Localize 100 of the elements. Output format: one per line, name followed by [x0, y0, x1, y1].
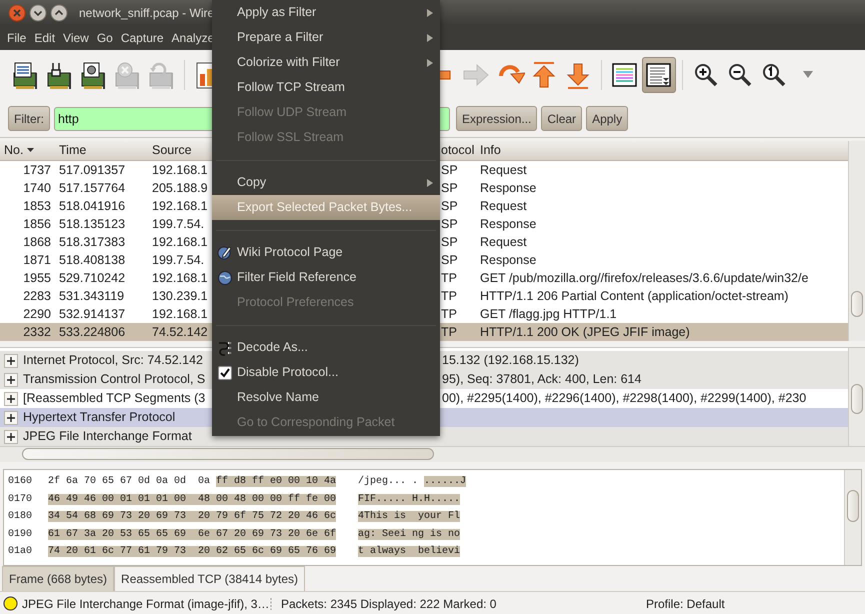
- tree-text[interactable]: Hypertext Transfer Protocol: [23, 408, 176, 427]
- table-cell[interactable]: Request: [476, 161, 848, 179]
- expand-icon[interactable]: [4, 430, 18, 444]
- tab[interactable]: Reassembled TCP (38414 bytes): [114, 566, 306, 591]
- scrollbar[interactable]: [844, 470, 861, 565]
- table-cell[interactable]: 1871: [0, 251, 55, 269]
- menu-item[interactable]: Go: [92, 28, 117, 46]
- tree-text[interactable]: Internet Protocol, Src: 74.52.142: [23, 351, 209, 370]
- tree-text[interactable]: JPEG File Interchange Format: [23, 427, 192, 446]
- column-header[interactable]: otocol: [440, 141, 476, 160]
- filter-button[interactable]: Filter:: [8, 106, 50, 131]
- table-cell[interactable]: 517.091357: [55, 161, 148, 179]
- hex-bytes: 34 54 68 69 73 20 69 73 20 79 6f 75 72 20 46 6c: [48, 510, 338, 524]
- table-cell[interactable]: Response: [476, 251, 848, 269]
- ascii-text: ag: Seei ng is no: [358, 528, 460, 542]
- table-cell[interactable]: 2332: [0, 323, 55, 341]
- table-cell[interactable]: 518.135123: [55, 215, 148, 233]
- table-cell[interactable]: TP: [440, 323, 476, 341]
- expand-icon[interactable]: [4, 392, 18, 406]
- table-cell[interactable]: SP: [440, 197, 476, 215]
- table-cell[interactable]: TP: [440, 287, 476, 305]
- table-cell[interactable]: 2290: [0, 305, 55, 323]
- menu-item[interactable]: Follow TCP Stream: [212, 75, 440, 100]
- table-cell[interactable]: GET /pub/mozilla.org//firefox/releases/3.6.6/update/win32/e: [476, 269, 848, 287]
- table-cell[interactable]: Response: [476, 215, 848, 233]
- menu-item[interactable]: File: [3, 28, 30, 46]
- tree-text[interactable]: Transmission Control Protocol, S: [23, 370, 209, 389]
- menu-item[interactable]: Disable Protocol...: [212, 360, 440, 385]
- column-header[interactable]: No.: [0, 141, 55, 160]
- status-dot-icon[interactable]: [3, 596, 18, 611]
- table-cell[interactable]: 531.343119: [55, 287, 148, 305]
- table-cell[interactable]: 517.157764: [55, 179, 148, 197]
- table-cell[interactable]: 199.7.54.: [148, 251, 212, 269]
- scrollbar[interactable]: [0, 446, 865, 462]
- table-cell[interactable]: SP: [440, 233, 476, 251]
- table-cell[interactable]: 518.041916: [55, 197, 148, 215]
- table-cell[interactable]: 518.408138: [55, 251, 148, 269]
- table-cell[interactable]: 192.168.1: [148, 161, 212, 179]
- table-cell[interactable]: SP: [440, 179, 476, 197]
- tree-text: 95), Seq: 37801, Ack: 400, Len: 614: [442, 371, 642, 388]
- toolbar-button[interactable]: Apply: [586, 106, 628, 131]
- expand-icon[interactable]: [4, 354, 18, 368]
- hex-bytes: 2f 6a 70 65 67 0d 0a 0d 0a ff d8 ff e0 00 10 4a: [48, 474, 338, 490]
- tab[interactable]: Frame (668 bytes): [2, 566, 114, 591]
- toolbar-button[interactable]: Clear: [541, 106, 582, 131]
- table-cell[interactable]: SP: [440, 161, 476, 179]
- menu-item[interactable]: Apply as Filter: [212, 0, 440, 25]
- table-cell[interactable]: TP: [440, 305, 476, 323]
- table-cell[interactable]: 192.168.1: [148, 305, 212, 323]
- table-cell[interactable]: GET /flagg.jpg HTTP/1.1: [476, 305, 848, 323]
- table-cell[interactable]: HTTP/1.1 206 Partial Content (application/octet-stream): [476, 287, 848, 305]
- expand-icon[interactable]: [4, 372, 18, 386]
- table-cell[interactable]: 1868: [0, 233, 55, 251]
- table-cell[interactable]: 532.914137: [55, 305, 148, 323]
- table-cell[interactable]: 199.7.54.: [148, 215, 212, 233]
- table-cell[interactable]: 205.188.9: [148, 179, 212, 197]
- menu-item[interactable]: Prepare a Filter: [212, 25, 440, 50]
- table-cell[interactable]: SP: [440, 215, 476, 233]
- table-cell[interactable]: Request: [476, 233, 848, 251]
- table-cell[interactable]: 2283: [0, 287, 55, 305]
- menu-item[interactable]: Filter Field Reference: [212, 265, 440, 290]
- tree-text[interactable]: [Reassembled TCP Segments (3: [23, 389, 209, 408]
- table-cell[interactable]: 1853: [0, 197, 55, 215]
- menu-item[interactable]: Edit: [30, 28, 60, 46]
- table-cell[interactable]: HTTP/1.1 200 OK (JPEG JFIF image): [476, 323, 848, 341]
- menu-item[interactable]: Colorize with Filter: [212, 50, 440, 75]
- table-cell[interactable]: 192.168.1: [148, 233, 212, 251]
- table-cell[interactable]: Request: [476, 197, 848, 215]
- table-cell[interactable]: 192.168.1: [148, 197, 212, 215]
- table-cell[interactable]: 1856: [0, 215, 55, 233]
- maximize-icon[interactable]: [50, 4, 68, 22]
- menu-item[interactable]: Resolve Name: [212, 385, 440, 410]
- minimize-icon[interactable]: [29, 4, 47, 22]
- column-header[interactable]: Source: [148, 141, 212, 160]
- menu-item[interactable]: Decode As...: [212, 335, 440, 360]
- table-cell[interactable]: TP: [440, 269, 476, 287]
- table-cell[interactable]: 518.317383: [55, 233, 148, 251]
- table-cell[interactable]: 529.710242: [55, 269, 148, 287]
- column-header[interactable]: Info: [476, 141, 848, 160]
- menu-item[interactable]: Wiki Protocol Page: [212, 240, 440, 265]
- ascii-text: t always believi: [358, 544, 460, 560]
- table-cell[interactable]: 1740: [0, 179, 55, 197]
- checkbox[interactable]: [218, 366, 232, 380]
- menu-item[interactable]: View: [59, 28, 93, 46]
- scrollbar[interactable]: [848, 141, 865, 341]
- toolbar-button[interactable]: Expression...: [456, 106, 538, 131]
- menu-item[interactable]: Capture: [116, 28, 168, 46]
- table-cell[interactable]: 533.224806: [55, 323, 148, 341]
- expand-icon[interactable]: [4, 410, 18, 424]
- table-cell[interactable]: 74.52.142: [148, 323, 212, 341]
- table-cell[interactable]: SP: [440, 251, 476, 269]
- column-header[interactable]: Time: [55, 141, 148, 160]
- scrollbar[interactable]: [848, 348, 865, 446]
- table-cell[interactable]: Response: [476, 179, 848, 197]
- table-cell[interactable]: 192.168.1: [148, 269, 212, 287]
- table-cell[interactable]: 1737: [0, 161, 55, 179]
- close-icon[interactable]: [8, 4, 26, 22]
- menu-item[interactable]: Copy: [212, 170, 440, 195]
- table-cell[interactable]: 1955: [0, 269, 55, 287]
- table-cell[interactable]: 130.239.1: [148, 287, 212, 305]
